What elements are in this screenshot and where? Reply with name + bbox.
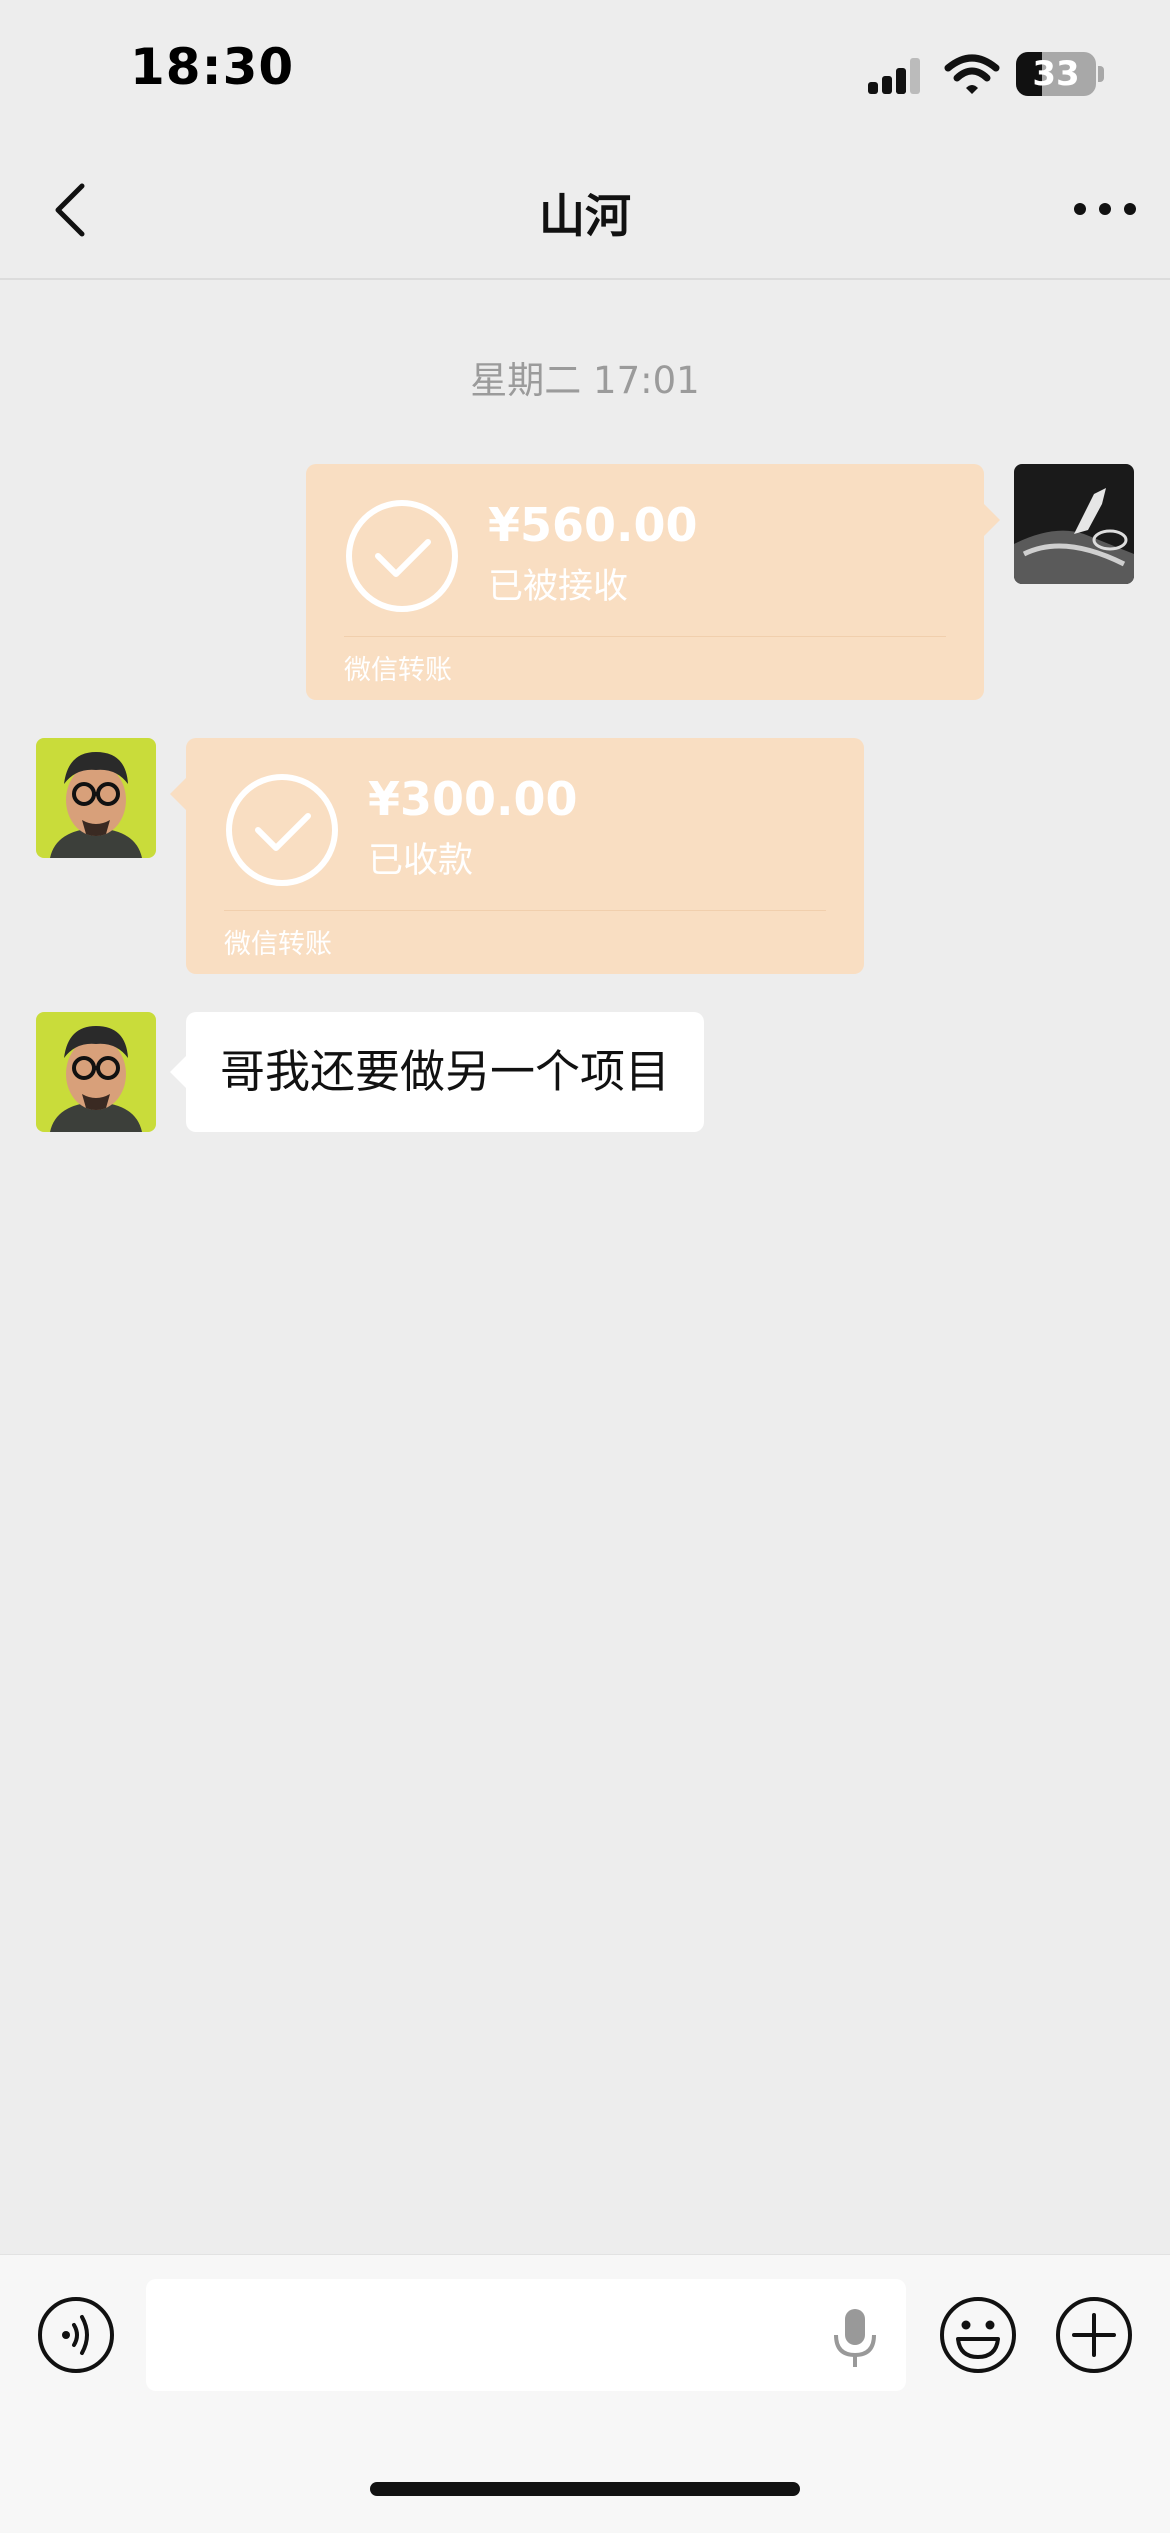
- transfer-footer: 微信转账: [224, 929, 332, 960]
- avatar-image: [36, 738, 156, 858]
- chat-header: 山河: [0, 140, 1170, 280]
- transfer-footer: 微信转账: [344, 655, 452, 686]
- plus-icon[interactable]: [1054, 2295, 1134, 2375]
- cellular-signal-icon: [868, 58, 920, 94]
- message-text: 哥我还要做另一个项目: [220, 1045, 671, 1098]
- avatar-image: [1014, 464, 1134, 584]
- my-avatar[interactable]: [1014, 464, 1134, 584]
- home-indicator: [370, 2482, 800, 2496]
- transfer-message-incoming[interactable]: ¥300.00 已收款 微信转账: [170, 738, 864, 974]
- check-circle-icon: [226, 774, 338, 886]
- check-circle-icon: [346, 500, 458, 612]
- mic-icon[interactable]: [830, 2307, 880, 2369]
- more-icon[interactable]: [1070, 184, 1140, 234]
- wifi-icon: [944, 54, 1000, 94]
- avatar-image: [36, 1012, 156, 1132]
- status-bar: 18:30 33: [0, 0, 1170, 140]
- transfer-divider: [344, 636, 946, 637]
- transfer-status: 已被接收: [488, 567, 629, 607]
- battery-icon: 33: [1016, 52, 1104, 96]
- transfer-amount: ¥560.00: [488, 498, 698, 552]
- transfer-divider: [224, 910, 826, 911]
- chat-title: 山河: [539, 189, 631, 243]
- battery-level: 33: [1032, 54, 1080, 94]
- message-timestamp: 星期二 17:01: [470, 359, 700, 402]
- transfer-amount: ¥300.00: [368, 772, 578, 826]
- contact-avatar[interactable]: [36, 1012, 156, 1132]
- transfer-message-outgoing[interactable]: ¥560.00 已被接收 微信转账: [306, 464, 1000, 700]
- text-message-incoming[interactable]: 哥我还要做另一个项目: [170, 1012, 705, 1132]
- emoji-icon[interactable]: [938, 2295, 1018, 2375]
- transfer-status: 已收款: [368, 841, 474, 881]
- message-input[interactable]: [146, 2279, 906, 2391]
- voice-icon[interactable]: [36, 2295, 116, 2375]
- contact-avatar[interactable]: [36, 738, 156, 858]
- status-time: 18:30: [130, 38, 295, 96]
